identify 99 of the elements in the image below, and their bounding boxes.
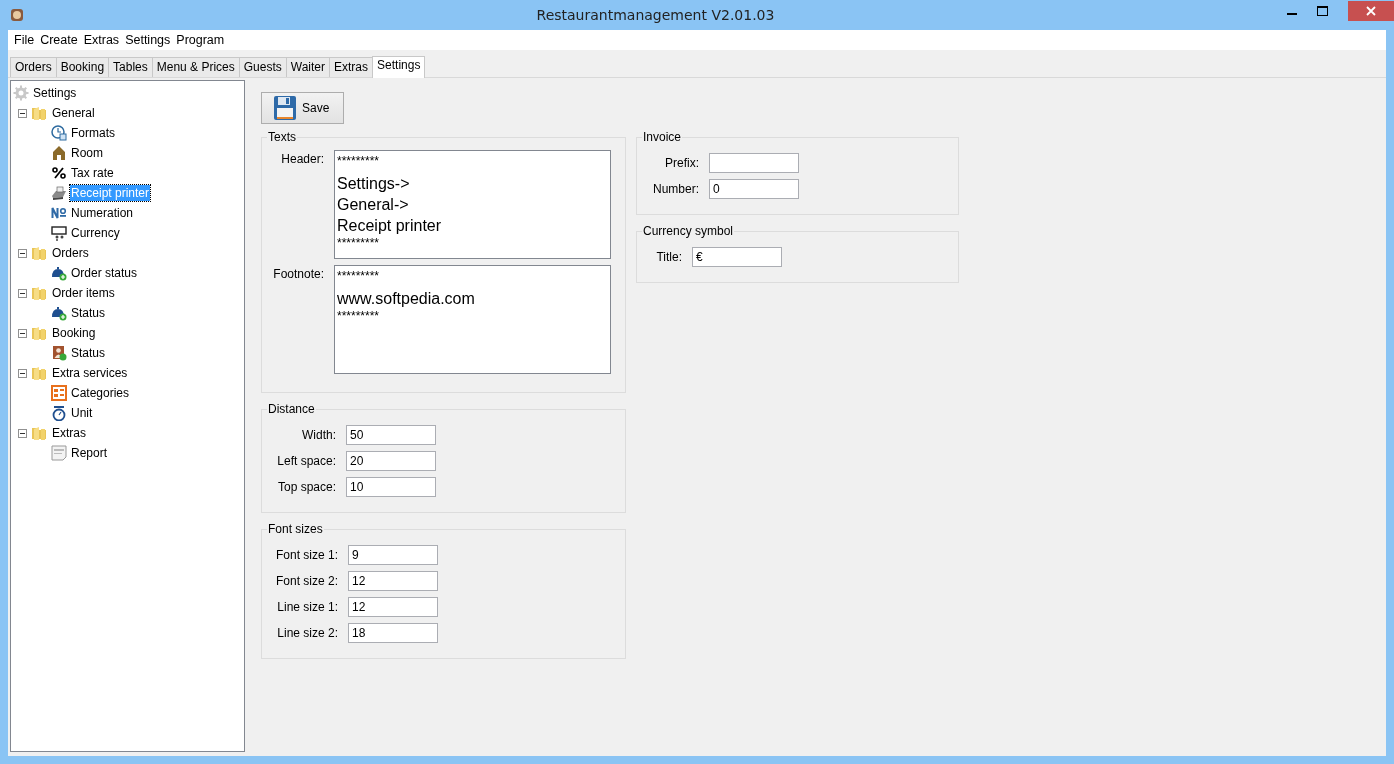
- menu-item[interactable]: Create: [37, 33, 81, 47]
- input-field[interactable]: 20: [346, 451, 436, 471]
- text-line: General->: [337, 195, 410, 215]
- folder-icon: [31, 245, 47, 261]
- tab[interactable]: Extras: [329, 57, 374, 77]
- tree-item[interactable]: Booking: [51, 325, 97, 341]
- folder-icon: [31, 425, 47, 441]
- tree-item[interactable]: Room: [70, 145, 104, 161]
- tree-item[interactable]: General: [51, 105, 96, 121]
- house-icon: [51, 145, 67, 161]
- tree-item[interactable]: Order status: [70, 265, 139, 281]
- folder-icon: [31, 365, 47, 381]
- menu-item[interactable]: File: [11, 33, 38, 47]
- save-button[interactable]: Save: [261, 92, 344, 124]
- collapse-icon[interactable]: [18, 108, 27, 118]
- collapse-icon[interactable]: [18, 428, 27, 438]
- tree-item[interactable]: Report: [70, 445, 109, 461]
- tab[interactable]: Menu & Prices: [151, 57, 240, 77]
- group-title: Font sizes: [267, 522, 324, 536]
- text-line: Receipt printer: [337, 216, 443, 236]
- text-area[interactable]: ********* Settings-> General-> Receipt printer *********: [334, 150, 611, 259]
- scale-icon: [51, 405, 67, 421]
- tree-item[interactable]: Extra services: [51, 365, 129, 381]
- tree-item[interactable]: Order items: [51, 285, 116, 301]
- input-field[interactable]: €: [692, 247, 782, 267]
- field-label: Header:: [280, 151, 324, 168]
- group-title: Distance: [267, 402, 316, 416]
- text-line: *********: [337, 270, 381, 283]
- tree-item[interactable]: Categories: [70, 385, 131, 401]
- field-label: Title:: [655, 250, 682, 264]
- input-field[interactable]: 12: [348, 571, 438, 591]
- tree-item[interactable]: Status: [70, 305, 107, 321]
- tree-item[interactable]: Unit: [70, 405, 94, 421]
- cash-register-icon: [51, 225, 67, 241]
- input-field[interactable]: [709, 153, 799, 173]
- tab[interactable]: Guests: [238, 57, 287, 77]
- input-field[interactable]: 50: [346, 425, 436, 445]
- maximize-icon[interactable]: [1317, 6, 1328, 16]
- text-line: *********: [337, 310, 381, 323]
- text-line: *********: [337, 237, 381, 250]
- tree-item[interactable]: Numeration: [70, 205, 135, 221]
- report-icon: [51, 445, 67, 461]
- tree-item[interactable]: Status: [70, 345, 107, 361]
- folder-icon: [31, 325, 47, 341]
- folder-icon: [31, 105, 47, 121]
- input-field[interactable]: 10: [346, 477, 436, 497]
- text-area[interactable]: ********* www.softpedia.com *********: [334, 265, 611, 374]
- field-label: Font size 2:: [274, 574, 338, 588]
- app-icon: [10, 8, 24, 22]
- text-line: *********: [337, 155, 381, 168]
- tab[interactable]: Orders: [10, 57, 57, 77]
- number-sign-icon: [51, 205, 67, 221]
- clock-icon: [51, 125, 67, 141]
- input-field[interactable]: 12: [348, 597, 438, 617]
- window-title: Restaurantmanagement V2.01.03: [535, 7, 776, 23]
- field-label: Top space:: [276, 480, 336, 494]
- tree-item[interactable]: Orders: [51, 245, 90, 261]
- tree-item[interactable]: Tax rate: [70, 165, 115, 181]
- field-label: Font size 1:: [274, 548, 338, 562]
- collapse-icon[interactable]: [18, 288, 27, 298]
- tab[interactable]: Booking: [55, 57, 110, 77]
- collapse-icon[interactable]: [18, 248, 27, 258]
- text-line: www.softpedia.com: [337, 289, 476, 309]
- close-button[interactable]: [1348, 1, 1394, 21]
- group-title: Texts: [267, 130, 297, 144]
- tab[interactable]: Waiter: [285, 57, 331, 77]
- tab[interactable]: Settings: [372, 56, 426, 78]
- field-label: Line size 1:: [276, 600, 338, 614]
- input-field[interactable]: 9: [348, 545, 438, 565]
- input-field[interactable]: 0: [709, 179, 799, 199]
- field-label: Prefix:: [664, 156, 699, 170]
- field-label: Line size 2:: [276, 626, 338, 640]
- printer-icon: [51, 185, 67, 201]
- person-card-icon: [51, 345, 67, 361]
- menu-item[interactable]: Program: [173, 33, 228, 47]
- tree-item[interactable]: Extras: [51, 425, 87, 441]
- tree-item[interactable]: Formats: [70, 125, 116, 141]
- collapse-icon[interactable]: [18, 328, 27, 338]
- service-bell-icon: [51, 305, 67, 321]
- text-line: Settings->: [337, 174, 411, 194]
- menu-item[interactable]: Settings: [122, 33, 174, 47]
- group-title: Invoice: [642, 130, 683, 144]
- field-label: Footnote:: [272, 266, 324, 283]
- close-icon[interactable]: [1366, 6, 1376, 16]
- field-label: Number:: [652, 182, 699, 196]
- field-label: Width:: [301, 428, 336, 442]
- gear-icon: [13, 85, 29, 101]
- tree-item[interactable]: Settings: [32, 85, 78, 101]
- tab[interactable]: Tables: [108, 57, 153, 77]
- categories-icon: [51, 385, 67, 401]
- service-bell-icon: [51, 265, 67, 281]
- field-label: Left space:: [276, 454, 336, 468]
- menu-item[interactable]: Extras: [80, 33, 123, 47]
- percent-icon: [51, 165, 67, 181]
- group-title: Currency symbol: [642, 224, 735, 238]
- collapse-icon[interactable]: [18, 368, 27, 378]
- input-field[interactable]: 18: [348, 623, 438, 643]
- folder-icon: [31, 285, 47, 301]
- tree-item[interactable]: Currency: [70, 225, 121, 241]
